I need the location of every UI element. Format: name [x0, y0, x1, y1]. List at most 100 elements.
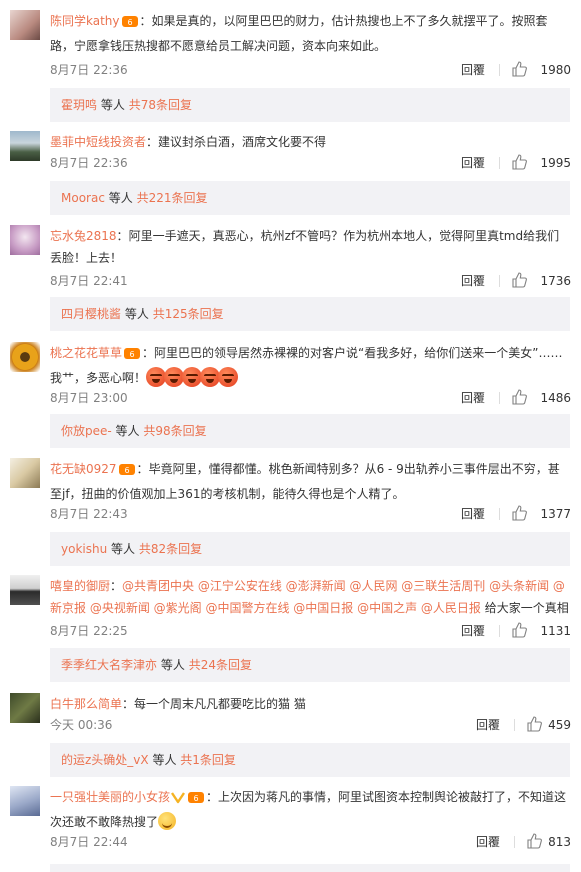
reply-button[interactable]: 回覆	[461, 388, 485, 408]
divider	[499, 508, 500, 520]
replies-summary[interactable]: Moorac 等人 共221条回复	[50, 181, 570, 215]
reply-button[interactable]: 回覆	[461, 621, 485, 641]
reply-username[interactable]: Moorac	[61, 191, 105, 205]
reply-count[interactable]: 共82条回复	[139, 542, 202, 556]
divider	[499, 625, 500, 637]
svg-text:6: 6	[124, 466, 129, 475]
comment-text-block: 花无缺0927 6 ：毕竟阿里，懂得都懂。桃色新闻特别多？从6 - 9出轨养小三事件…	[50, 461, 560, 501]
svg-text:6: 6	[127, 18, 132, 27]
angry-emoji-icon	[146, 367, 239, 387]
svg-text:6: 6	[193, 794, 198, 803]
like-icon[interactable]	[511, 622, 529, 640]
reply-button[interactable]: 回覆	[461, 153, 485, 173]
comment-time: 今天 00:36	[50, 718, 113, 732]
comment-meta: 8月7日 22:41 回覆 1736	[50, 271, 571, 291]
replies-summary[interactable]: 四月樱桃酱 等人 共125条回复	[50, 297, 570, 331]
comment-username[interactable]: 墨菲中短线投资者	[50, 135, 146, 149]
comment-text-block: 嘻皇的御厨：@共青团中央 @江宁公安在线 @澎湃新闻 @人民网 @三联生活周刊 …	[50, 579, 569, 615]
comment-text-block: 陈同学kathy 6 ：如果是真的，以阿里巴巴的财力，估计热搜也上不了多久就摆平了。…	[50, 13, 548, 53]
comment-meta: 8月7日 22:43 回覆 1377	[50, 504, 571, 524]
reply-button[interactable]: 回覆	[476, 715, 500, 735]
comment-username[interactable]: 忘水兔2818	[50, 229, 117, 243]
like-icon[interactable]	[511, 389, 529, 407]
reply-username[interactable]: 的运z头确处_vX	[61, 753, 149, 767]
vip-badge-icon: 6	[121, 13, 139, 35]
comment-feed: 陈同学kathy 6 ：如果是真的，以阿里巴巴的财力，估计热搜也上不了多久就摆平了。…	[0, 0, 581, 872]
comment-username[interactable]: 一只强壮美丽的小女孩	[50, 790, 170, 804]
avatar[interactable]	[10, 10, 40, 40]
like-icon[interactable]	[511, 505, 529, 523]
comment-text-block: 忘水兔2818：阿里一手遮天，真恶心，杭州zf不管吗？作为杭州本地人，觉得阿里真…	[50, 229, 560, 265]
replies-summary[interactable]: 的运z头确处_vX 等人 共1条回复	[50, 743, 570, 777]
comment-text-block: 白牛那么简单：每一个周末凡凡都要吃比的猫 猫	[50, 697, 306, 711]
like-count: 1131	[540, 624, 571, 638]
reply-count[interactable]: 共1条回复	[180, 753, 236, 767]
verified-v-icon	[171, 789, 186, 811]
reply-username[interactable]: 霍玥鸣	[61, 98, 97, 112]
comment-time: 8月7日 22:43	[50, 507, 128, 521]
comment-text-block: 墨菲中短线投资者：建议封杀白酒，酒席文化要不得	[50, 135, 327, 149]
replies-summary[interactable]: 季季红大名李津亦 等人 共24条回复	[50, 648, 570, 682]
like-icon[interactable]	[511, 61, 529, 79]
comment-meta: 8月7日 23:00 回覆 1486	[50, 388, 571, 408]
like-icon[interactable]	[511, 272, 529, 290]
avatar[interactable]	[10, 225, 40, 255]
comment-time: 8月7日 22:36	[50, 156, 128, 170]
like-count: 1995	[540, 156, 571, 170]
vip-badge-icon: 6	[118, 461, 136, 483]
reply-count[interactable]: 共98条回复	[143, 424, 206, 438]
reply-username[interactable]: 你放pee-	[61, 424, 112, 438]
like-icon[interactable]	[511, 154, 529, 172]
replies-summary[interactable]: yokishu 等人 共82条回复	[50, 532, 570, 566]
reply-button[interactable]: 回覆	[461, 60, 485, 80]
comment-meta: 8月7日 22:25 回覆 1131	[50, 621, 571, 641]
next-replies-peek	[0, 862, 581, 872]
avatar[interactable]	[10, 575, 40, 605]
comment-time: 8月7日 23:00	[50, 391, 128, 405]
comment-time: 8月7日 22:41	[50, 274, 128, 288]
like-icon[interactable]	[526, 716, 544, 734]
avatar[interactable]	[10, 131, 40, 161]
reply-username[interactable]: yokishu	[61, 542, 107, 556]
reply-button[interactable]: 回覆	[461, 504, 485, 524]
avatar[interactable]	[10, 342, 40, 372]
reply-button[interactable]: 回覆	[461, 271, 485, 291]
comment-time: 8月7日 22:25	[50, 624, 128, 638]
like-count: 813	[548, 835, 571, 849]
comment-username[interactable]: 桃之花花草草	[50, 346, 122, 360]
svg-text:6: 6	[129, 350, 134, 359]
avatar[interactable]	[10, 786, 40, 816]
reply-count[interactable]: 共125条回复	[153, 307, 224, 321]
like-icon[interactable]	[526, 833, 544, 851]
avatar[interactable]	[10, 693, 40, 723]
comment-username[interactable]: 白牛那么简单	[50, 697, 122, 711]
comment-username[interactable]: 花无缺0927	[50, 462, 117, 476]
comment-meta: 8月7日 22:36 回覆 1995	[50, 153, 571, 173]
like-count: 1486	[540, 391, 571, 405]
comment-time: 8月7日 22:44	[50, 835, 128, 849]
comment-username[interactable]: 嘻皇的御厨	[50, 579, 110, 593]
replies-summary[interactable]: 霍玥鸣 等人 共78条回复	[50, 88, 570, 122]
reply-count[interactable]: 共78条回复	[129, 98, 192, 112]
like-count: 1736	[540, 274, 571, 288]
replies-summary[interactable]: 你放pee- 等人 共98条回复	[50, 414, 570, 448]
comment-content: 每一个周末凡凡都要吃比的猫 猫	[134, 697, 306, 711]
vip-badge-icon: 6	[187, 789, 205, 811]
comment-content: 建议封杀白酒，酒席文化要不得	[158, 135, 327, 149]
reply-username[interactable]: 四月樱桃酱	[61, 307, 121, 321]
smirk-emoji-icon	[158, 812, 177, 830]
comment-meta: 8月7日 22:36 回覆 1980	[50, 60, 571, 80]
reply-count[interactable]: 共24条回复	[189, 658, 252, 672]
comment-meta: 今天 00:36 回覆 459	[50, 715, 571, 735]
like-count: 459	[548, 718, 571, 732]
divider	[499, 275, 500, 287]
divider	[499, 64, 500, 76]
comment-username[interactable]: 陈同学kathy	[50, 14, 120, 28]
like-count: 1980	[540, 63, 571, 77]
divider	[499, 157, 500, 169]
reply-count[interactable]: 共221条回复	[137, 191, 208, 205]
reply-username[interactable]: 季季红大名李津亦	[61, 658, 157, 672]
comment-text-block: 桃之花花草草 6 ：阿里巴巴的领导居然赤裸裸的对客户说“看我多好，给你们送来一个美女…	[50, 346, 563, 387]
avatar[interactable]	[10, 458, 40, 488]
reply-button[interactable]: 回覆	[476, 832, 500, 852]
